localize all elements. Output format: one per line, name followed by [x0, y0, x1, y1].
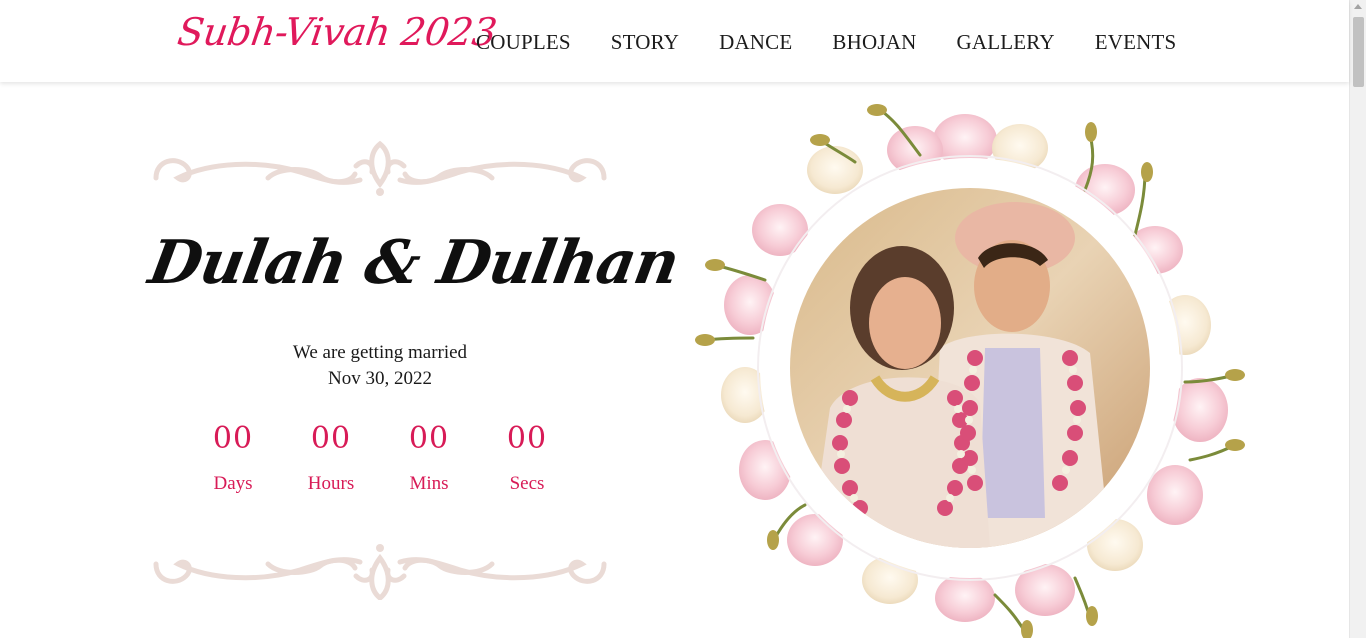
flourish-divider-icon	[153, 140, 607, 196]
nav-item-dance[interactable]: DANCE	[719, 30, 792, 54]
tagline: We are getting married	[292, 342, 468, 363]
countdown-label: Secs	[509, 473, 545, 494]
countdown-timer: 00 Days 00 Hours 00 Mins 00 Secs	[184, 420, 576, 496]
site-header: Subh-Vivah 2023 COUPLES STORY DANCE BHOJ…	[0, 0, 1349, 82]
countdown-label: Hours	[307, 473, 355, 494]
nav-item-story[interactable]: STORY	[611, 30, 679, 54]
nav-item-gallery[interactable]: GALLERY	[956, 30, 1054, 54]
flourish-divider-icon	[153, 544, 607, 600]
chevron-up-icon[interactable]	[1354, 4, 1362, 9]
countdown-value: 00	[310, 421, 352, 456]
couple-photo	[790, 188, 1150, 548]
countdown-value: 00	[506, 421, 548, 456]
countdown-secs: 00 Secs	[478, 420, 576, 496]
countdown-value: 00	[212, 421, 254, 456]
brand-logo[interactable]: Subh-Vivah 2023	[175, 10, 499, 54]
nav-item-couples[interactable]: COUPLES	[476, 30, 571, 54]
main-nav: COUPLES STORY DANCE BHOJAN GALLERY EVENT…	[476, 30, 1216, 54]
countdown-days: 00 Days	[184, 420, 282, 496]
nav-item-events[interactable]: EVENTS	[1095, 30, 1177, 54]
countdown-hours: 00 Hours	[282, 420, 380, 496]
countdown-mins: 00 Mins	[380, 420, 478, 496]
nav-item-bhojan[interactable]: BHOJAN	[832, 30, 916, 54]
scrollbar-thumb[interactable]	[1353, 17, 1364, 87]
wedding-date: Nov 30, 2022	[328, 368, 432, 389]
countdown-label: Days	[213, 473, 253, 494]
countdown-label: Mins	[409, 473, 449, 494]
countdown-value: 00	[408, 421, 450, 456]
page-scrollbar[interactable]	[1349, 0, 1366, 638]
couple-title: Dulah & Dulhan	[143, 228, 684, 298]
